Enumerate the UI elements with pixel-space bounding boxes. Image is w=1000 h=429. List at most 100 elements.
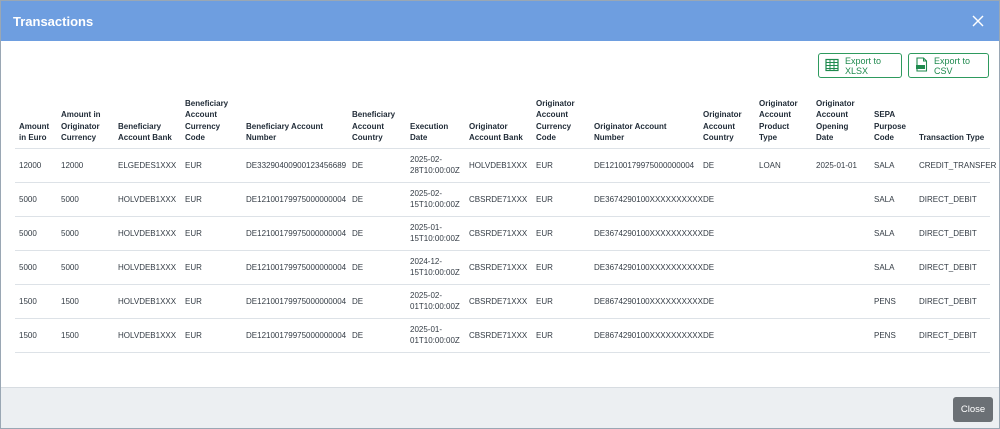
table-cell: 2025-01-15T10:00:00Z bbox=[406, 215, 465, 250]
table-cell: DE bbox=[699, 249, 755, 284]
table-cell: DE bbox=[699, 215, 755, 250]
table-cell: DE bbox=[348, 283, 406, 318]
table-cell: DE bbox=[699, 283, 755, 318]
column-header: Beneficiary Account Number bbox=[246, 121, 324, 143]
table-cell: HOLVDEB1XXX bbox=[465, 147, 532, 182]
table-cell: 5000 bbox=[15, 249, 57, 284]
table-row: 1500 1500 HOLVDEB1XXX EUR DE1210017997500000… bbox=[15, 283, 990, 318]
table-cell: 1500 bbox=[57, 317, 114, 353]
csv-file-icon bbox=[915, 57, 928, 74]
table-cell bbox=[755, 215, 812, 250]
table-cell: 5000 bbox=[57, 249, 114, 284]
table-cell: DE bbox=[348, 317, 406, 353]
table-cell: 2025-02-01T10:00:00Z bbox=[406, 283, 465, 318]
export-csv-label: Export to CSV bbox=[934, 55, 971, 76]
transactions-table-container: Amount in Euro Amount in Originator Curr… bbox=[15, 91, 996, 353]
table-cell: DE bbox=[699, 147, 755, 182]
table-cell: EUR bbox=[181, 181, 242, 216]
export-toolbar: Export to XLSX Export to CSV bbox=[818, 53, 989, 78]
table-row: 5000 5000 HOLVDEB1XXX EUR DE1210017997500000… bbox=[15, 249, 990, 284]
close-icon[interactable] bbox=[967, 10, 989, 32]
table-cell bbox=[755, 317, 812, 353]
export-xlsx-label: Export to XLSX bbox=[845, 55, 882, 76]
table-cell: 2024-12-15T10:00:00Z bbox=[406, 249, 465, 284]
table-cell: DE33290400900123456689 bbox=[242, 147, 348, 182]
table-cell: CBSRDE71XXX bbox=[465, 181, 532, 216]
table-cell: DIRECT_DEBIT bbox=[915, 317, 990, 353]
column-header: Originator Account Number bbox=[594, 121, 667, 143]
table-cell: EUR bbox=[181, 249, 242, 284]
table-cell bbox=[812, 283, 870, 318]
table-cell: 5000 bbox=[15, 215, 57, 250]
column-header: Originator Account Opening Date bbox=[816, 98, 855, 143]
column-header: Originator Account Bank bbox=[469, 121, 523, 143]
table-cell: 1500 bbox=[15, 283, 57, 318]
transactions-modal: Transactions Export to XLSX Export to CS… bbox=[0, 0, 1000, 429]
table-cell: HOLVDEB1XXX bbox=[114, 283, 181, 318]
modal-header: Transactions bbox=[1, 1, 999, 41]
table-cell: DE3674290100XXXXXXXXXX bbox=[590, 215, 703, 250]
export-csv-button[interactable]: Export to CSV bbox=[908, 53, 989, 78]
table-cell: DE12100179975000000004 bbox=[242, 283, 348, 318]
table-cell: 12000 bbox=[15, 147, 57, 182]
table-cell: LOAN bbox=[755, 147, 812, 182]
column-header: Originator Account Country bbox=[703, 110, 742, 142]
table-cell: SALA bbox=[870, 147, 915, 182]
table-cell: DE8674290100XXXXXXXXXX bbox=[590, 317, 703, 353]
table-body: 12000 12000 ELGEDES1XXX EUR DE33290400900123… bbox=[15, 147, 996, 353]
table-cell: EUR bbox=[532, 147, 590, 182]
table-cell: DE bbox=[699, 317, 755, 353]
table-cell: EUR bbox=[181, 215, 242, 250]
table-cell: EUR bbox=[532, 317, 590, 353]
spreadsheet-icon bbox=[825, 58, 839, 74]
table-cell bbox=[812, 181, 870, 216]
close-button[interactable]: Close bbox=[953, 397, 993, 422]
table-cell: DIRECT_DEBIT bbox=[915, 283, 990, 318]
table-cell: SALA bbox=[870, 181, 915, 216]
table-cell: EUR bbox=[181, 147, 242, 182]
table-cell: 5000 bbox=[15, 181, 57, 216]
column-header: Execution Date bbox=[410, 121, 449, 143]
column-header: Amount in Originator Currency bbox=[61, 110, 101, 142]
table-cell: EUR bbox=[532, 283, 590, 318]
table-cell bbox=[812, 249, 870, 284]
table-cell: DE12100179975000000004 bbox=[242, 215, 348, 250]
table-cell: CBSRDE71XXX bbox=[465, 283, 532, 318]
table-cell: 5000 bbox=[57, 181, 114, 216]
table-cell: DIRECT_DEBIT bbox=[915, 181, 990, 216]
column-header: Transaction Type bbox=[919, 133, 985, 142]
column-header: Beneficiary Account Country bbox=[352, 110, 396, 142]
column-header: SEPA Purpose Code bbox=[874, 110, 907, 142]
table-header-row: Amount in Euro Amount in Originator Curr… bbox=[15, 91, 990, 148]
table-cell: DE3674290100XXXXXXXXXX bbox=[590, 249, 703, 284]
table-row: 1500 1500 HOLVDEB1XXX EUR DE1210017997500000… bbox=[15, 317, 990, 353]
table-cell bbox=[812, 215, 870, 250]
table-cell: 2025-01-01T10:00:00Z bbox=[406, 317, 465, 353]
table-row: 5000 5000 HOLVDEB1XXX EUR DE1210017997500000… bbox=[15, 181, 990, 216]
table-cell: DE12100179975000000004 bbox=[242, 317, 348, 353]
table-cell: CBSRDE71XXX bbox=[465, 249, 532, 284]
column-header: Amount in Euro bbox=[19, 121, 50, 143]
table-cell: DE12100179975000000004 bbox=[242, 181, 348, 216]
column-header: Originator Account Product Type bbox=[759, 98, 798, 143]
table-cell: 5000 bbox=[57, 215, 114, 250]
column-header: Beneficiary Account Bank bbox=[118, 121, 172, 143]
table-cell: DE bbox=[348, 249, 406, 284]
table-cell: 1500 bbox=[57, 283, 114, 318]
table-cell: CREDIT_TRANSFER bbox=[915, 147, 996, 182]
table-cell: SALA bbox=[870, 249, 915, 284]
column-header: Originator Account Currency Code bbox=[536, 98, 575, 143]
table-cell bbox=[812, 317, 870, 353]
table-cell: EUR bbox=[532, 249, 590, 284]
table-cell bbox=[755, 249, 812, 284]
transactions-table: Amount in Euro Amount in Originator Curr… bbox=[15, 91, 996, 353]
table-cell: CBSRDE71XXX bbox=[465, 215, 532, 250]
table-cell: HOLVDEB1XXX bbox=[114, 181, 181, 216]
export-xlsx-button[interactable]: Export to XLSX bbox=[818, 53, 902, 78]
table-row: 5000 5000 HOLVDEB1XXX EUR DE1210017997500000… bbox=[15, 215, 990, 250]
table-cell: PENS bbox=[870, 317, 915, 353]
table-cell: DE bbox=[699, 181, 755, 216]
table-cell: PENS bbox=[870, 283, 915, 318]
table-cell: 2025-01-01 bbox=[812, 147, 870, 182]
table-cell: DE3674290100XXXXXXXXXX bbox=[590, 181, 703, 216]
